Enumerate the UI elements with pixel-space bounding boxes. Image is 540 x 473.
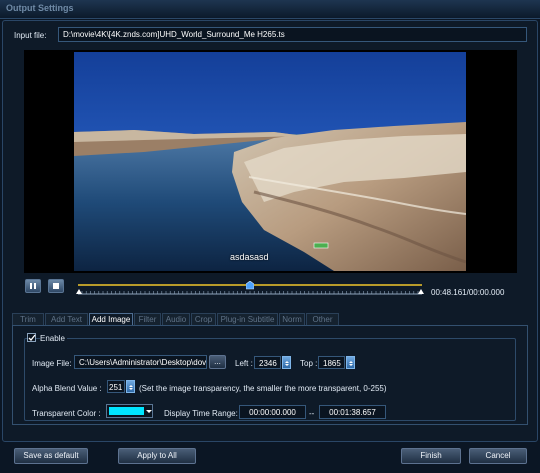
title-bar: Output Settings bbox=[0, 0, 540, 19]
time-separator: -- bbox=[309, 409, 315, 418]
enable-checkbox[interactable] bbox=[27, 333, 36, 342]
browse-button[interactable]: ... bbox=[209, 355, 226, 369]
video-preview: asdasasd bbox=[74, 52, 466, 271]
left-spinner[interactable] bbox=[282, 356, 291, 369]
stop-button[interactable] bbox=[48, 279, 64, 293]
cancel-button[interactable]: Cancel bbox=[469, 448, 527, 464]
top-label: Top : bbox=[300, 359, 318, 368]
transparent-color-picker[interactable] bbox=[106, 404, 153, 418]
alpha-blend-input[interactable]: 251 bbox=[107, 380, 125, 393]
apply-to-all-button[interactable]: Apply to All bbox=[118, 448, 196, 464]
timeline-slider[interactable] bbox=[74, 280, 426, 297]
left-input[interactable]: 2346 bbox=[254, 356, 281, 369]
image-file-label: Image File: bbox=[32, 359, 72, 368]
left-label: Left : bbox=[235, 359, 253, 368]
top-spinner[interactable] bbox=[346, 356, 355, 369]
color-swatch bbox=[109, 407, 144, 415]
transparent-color-label: Transparent Color : bbox=[32, 409, 101, 418]
input-file-field[interactable]: D:\movie\4K\[4K.znds.com]UHD_World_Surro… bbox=[58, 27, 527, 42]
alpha-blend-label: Alpha Blend Value : bbox=[32, 384, 102, 393]
finish-button[interactable]: Finish bbox=[401, 448, 461, 464]
video-frame-image bbox=[74, 52, 466, 271]
tab-norm[interactable]: Norm bbox=[279, 313, 305, 325]
pause-icon bbox=[30, 283, 36, 289]
pause-button[interactable] bbox=[25, 279, 41, 293]
tab-add-text[interactable]: Add Text bbox=[45, 313, 88, 325]
chevron-down-icon bbox=[146, 410, 152, 413]
stop-icon bbox=[53, 283, 59, 289]
tab-trim[interactable]: Trim bbox=[12, 313, 44, 325]
alpha-blend-spinner[interactable] bbox=[126, 380, 135, 393]
image-file-field[interactable]: C:\Users\Administrator\Desktop\dov bbox=[74, 355, 207, 369]
input-file-label: Input file: bbox=[14, 31, 47, 40]
tab-audio[interactable]: Audio bbox=[162, 313, 190, 325]
window-title: Output Settings bbox=[6, 3, 74, 13]
tab-crop[interactable]: Crop bbox=[191, 313, 216, 325]
top-input[interactable]: 1865 bbox=[318, 356, 345, 369]
tab-plug-in-subtitle[interactable]: Plug-in Subtitle bbox=[217, 313, 278, 325]
timeline-thumb[interactable] bbox=[245, 280, 255, 291]
time-display: 00:48.161/00:00.000 bbox=[431, 288, 505, 297]
display-time-label: Display Time Range: bbox=[164, 409, 238, 418]
tab-add-image[interactable]: Add Image bbox=[89, 313, 133, 325]
time-start-input[interactable]: 00:00:00.000 bbox=[239, 405, 306, 419]
alpha-blend-hint: (Set the image transparency, the smaller… bbox=[139, 384, 387, 393]
enable-label: Enable bbox=[40, 334, 67, 343]
save-as-default-button[interactable]: Save as default bbox=[14, 448, 88, 464]
checkmark-icon bbox=[28, 334, 36, 341]
tab-filter[interactable]: Filter bbox=[134, 313, 161, 325]
time-end-input[interactable]: 00:01:38.657 bbox=[319, 405, 386, 419]
overlay-text: asdasasd bbox=[230, 252, 269, 262]
tab-other[interactable]: Other bbox=[306, 313, 339, 325]
